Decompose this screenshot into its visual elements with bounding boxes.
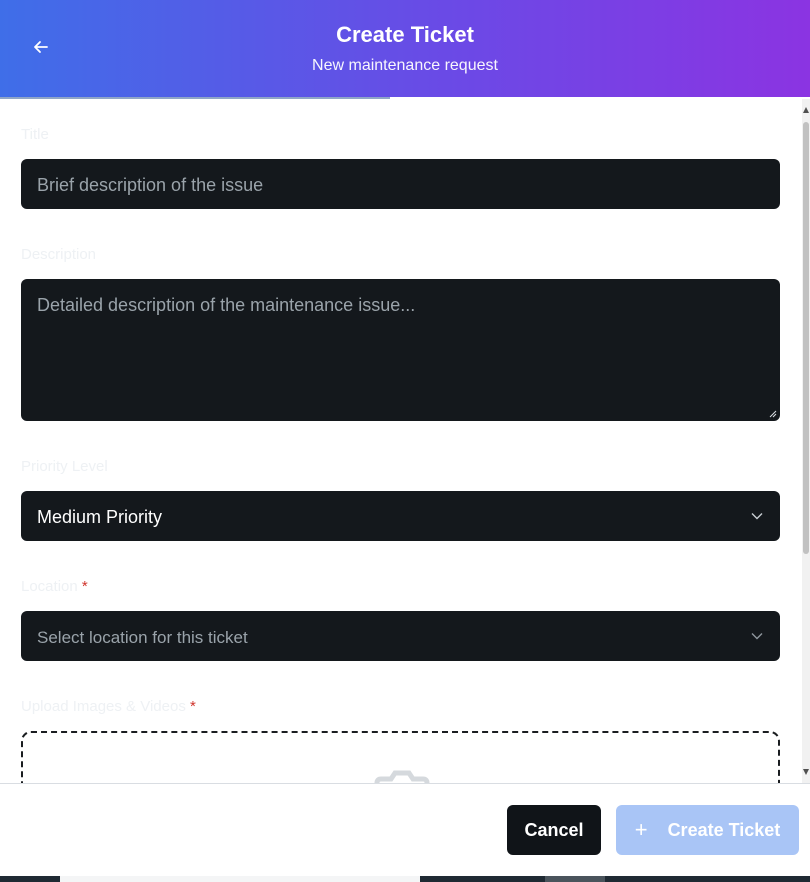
form-body[interactable]: Title Brief description of the issue Des…	[0, 99, 802, 783]
required-marker: *	[190, 698, 196, 715]
scroll-up-icon[interactable]	[803, 107, 809, 113]
location-select[interactable]: Select location for this ticket	[21, 611, 780, 661]
resize-grip-icon[interactable]	[769, 410, 777, 418]
background-page-strip	[545, 876, 605, 882]
background-page-strip	[60, 876, 420, 882]
upload-dropzone[interactable]	[21, 731, 780, 783]
modal-footer: Cancel + Create Ticket	[0, 783, 810, 876]
location-label: Location *	[21, 578, 88, 595]
scroll-thumb[interactable]	[803, 122, 809, 554]
priority-label: Priority Level	[21, 458, 108, 475]
scrollbar[interactable]	[802, 99, 810, 783]
title-placeholder: Brief description of the issue	[37, 175, 264, 195]
upload-label: Upload Images & Videos *	[21, 698, 196, 715]
priority-select[interactable]: Medium Priority	[21, 491, 780, 541]
cancel-button[interactable]: Cancel	[507, 805, 601, 855]
chevron-down-icon	[750, 629, 764, 643]
create-ticket-label: Create Ticket	[667, 819, 781, 840]
page-title: Create Ticket	[336, 22, 474, 47]
scroll-down-icon[interactable]	[803, 769, 809, 775]
title-input[interactable]: Brief description of the issue	[21, 159, 780, 209]
create-ticket-button[interactable]: + Create Ticket	[616, 805, 799, 855]
create-ticket-modal: Create Ticket New maintenance request Ti…	[0, 0, 810, 876]
page-subtitle: New maintenance request	[312, 57, 498, 74]
description-label: Description	[21, 246, 97, 263]
title-label: Title	[21, 126, 49, 143]
description-textarea[interactable]: Detailed description of the maintenance …	[21, 279, 780, 421]
location-placeholder: Select location for this ticket	[37, 628, 248, 647]
plus-icon: +	[634, 817, 648, 842]
modal-header: Create Ticket New maintenance request	[0, 0, 810, 97]
camera-icon	[374, 770, 430, 783]
description-placeholder: Detailed description of the maintenance …	[37, 295, 416, 315]
chevron-down-icon	[750, 509, 764, 523]
required-marker: *	[81, 578, 88, 595]
priority-value: Medium Priority	[37, 507, 163, 527]
